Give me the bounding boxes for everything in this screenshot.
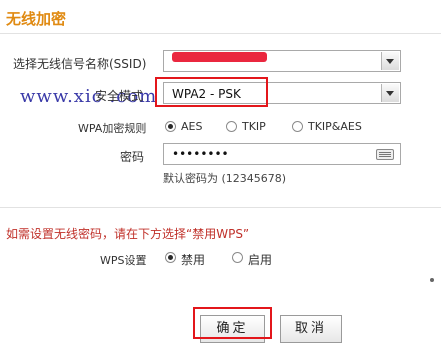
divider	[0, 33, 441, 34]
redacted-ssid	[172, 52, 267, 62]
radio-tkip-label: TKIP	[242, 120, 266, 133]
security-mode-label: 安全模式	[95, 89, 144, 103]
password-value: ••••••••	[172, 147, 229, 161]
radio-aes[interactable]	[165, 121, 176, 132]
scroll-dot	[430, 278, 434, 282]
wps-warning: 如需设置无线密码，请在下方选择“禁用WPS”	[6, 227, 250, 241]
highlight-box	[155, 77, 268, 107]
ssid-label: 选择无线信号名称(SSID)	[13, 57, 147, 71]
radio-wps-disable-label: 禁用	[181, 253, 206, 267]
password-field[interactable]: ••••••••	[163, 143, 401, 165]
radio-wps-enable[interactable]	[232, 252, 243, 263]
divider	[0, 207, 441, 208]
radio-wps-enable-label: 启用	[248, 253, 273, 267]
chevron-down-icon[interactable]	[381, 84, 399, 102]
radio-wps-disable[interactable]	[165, 252, 176, 263]
radio-aes-label: AES	[181, 120, 203, 133]
radio-tkip[interactable]	[226, 121, 237, 132]
keyboard-icon[interactable]	[376, 149, 394, 160]
wps-label: WPS设置	[100, 254, 147, 267]
wpa-rule-label: WPA加密规则	[78, 122, 147, 135]
cancel-button[interactable]: 取消	[280, 315, 342, 343]
section-title: 无线加密	[6, 10, 67, 28]
radio-tkip-aes-label: TKIP&AES	[308, 120, 362, 133]
password-label: 密码	[120, 150, 145, 164]
highlight-box	[193, 307, 272, 339]
password-hint: 默认密码为 (12345678)	[163, 172, 287, 185]
radio-tkip-aes[interactable]	[292, 121, 303, 132]
chevron-down-icon[interactable]	[381, 52, 399, 70]
